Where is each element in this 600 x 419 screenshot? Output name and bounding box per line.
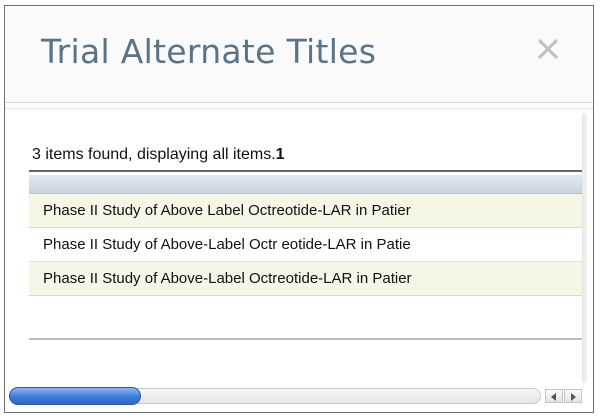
scrollbar-thumb[interactable] xyxy=(9,387,141,405)
page-number-link[interactable]: 1 xyxy=(276,146,285,163)
table-header[interactable] xyxy=(29,175,582,194)
dialog-header: Trial Alternate Titles xyxy=(5,6,593,103)
close-icon[interactable] xyxy=(533,34,563,64)
table-bottom-border xyxy=(29,338,582,340)
table-row[interactable]: Phase II Study of Above-Label Octreotide… xyxy=(29,262,582,296)
table-row[interactable]: Phase II Study of Above Label Octreotide… xyxy=(29,194,582,228)
arrow-left-icon[interactable] xyxy=(545,389,563,403)
close-icon-graphic xyxy=(538,39,558,59)
table-row[interactable]: Phase II Study of Above-Label Octr eotid… xyxy=(29,228,582,262)
alternate-titles-dialog: Trial Alternate Titles 3 items found, di… xyxy=(4,5,594,413)
status-divider xyxy=(29,170,582,172)
arrow-right-icon[interactable] xyxy=(564,389,582,403)
vertical-scrollbar[interactable] xyxy=(582,113,587,383)
arrow-left-glyph xyxy=(551,393,556,401)
results-status: 3 items found, displaying all items.1 xyxy=(32,146,285,164)
horizontal-scrollbar[interactable] xyxy=(9,386,587,406)
dialog-title: Trial Alternate Titles xyxy=(41,32,377,71)
results-panel: 3 items found, displaying all items.1 Ph… xyxy=(29,113,582,381)
header-divider xyxy=(5,103,593,109)
results-count-text: 3 items found, displaying all items. xyxy=(32,146,276,163)
arrow-right-glyph xyxy=(571,393,576,401)
